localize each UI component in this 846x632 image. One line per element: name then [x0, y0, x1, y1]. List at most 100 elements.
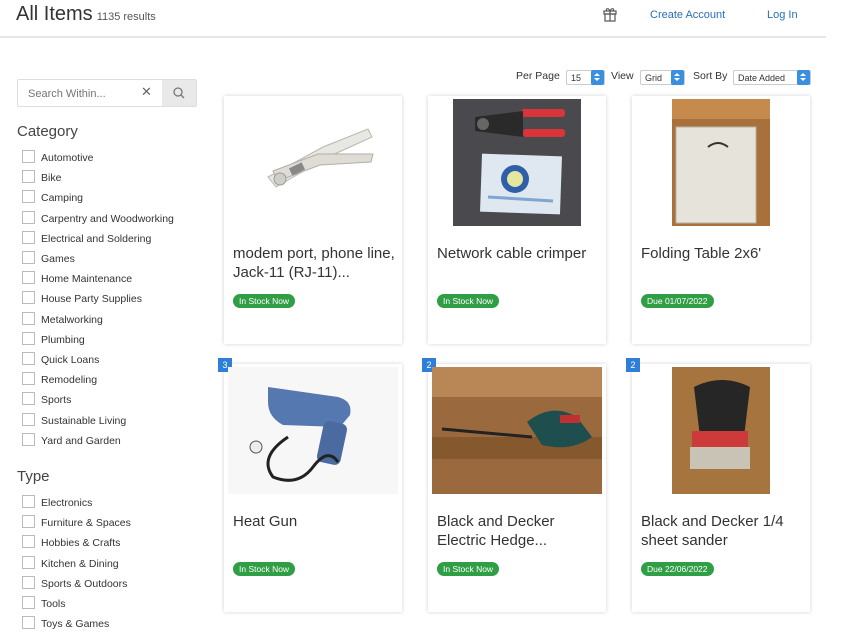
- filter-category-sustainable-living[interactable]: Sustainable Living: [22, 412, 127, 429]
- filter-category-automotive[interactable]: Automotive: [22, 150, 94, 166]
- item-title[interactable]: Black and Decker 1/4 sheet sander: [641, 512, 806, 550]
- heat-gun-image: [228, 367, 398, 494]
- item-title[interactable]: Heat Gun: [233, 512, 398, 531]
- status-badge: In Stock Now: [233, 294, 296, 308]
- filter-checkbox[interactable]: [22, 515, 35, 529]
- gift-icon[interactable]: [602, 6, 618, 22]
- filter-checkbox[interactable]: [22, 210, 35, 224]
- filter-category-electrical-and-soldering[interactable]: Electrical and Soldering: [22, 230, 151, 247]
- filter-category-bike[interactable]: Bike: [22, 170, 61, 186]
- filter-category-games[interactable]: Games: [22, 251, 75, 267]
- filter-checkbox[interactable]: [22, 311, 35, 325]
- item-title[interactable]: Folding Table 2x6': [641, 244, 806, 263]
- view-select[interactable]: Grid: [640, 70, 685, 85]
- filter-label: Carpentry and Woodworking: [41, 212, 174, 225]
- log-in-link[interactable]: Log In: [767, 9, 798, 21]
- filter-checkbox[interactable]: [22, 392, 35, 406]
- item-card[interactable]: Network cable crimper In Stock Now: [428, 96, 606, 344]
- filter-category-house-party-supplies[interactable]: House Party Supplies: [22, 291, 142, 307]
- filter-label: Plumbing: [41, 333, 85, 346]
- item-title[interactable]: modem port, phone line, Jack-11 (RJ-11).…: [233, 244, 398, 282]
- item-card[interactable]: modem port, phone line, Jack-11 (RJ-11).…: [224, 96, 402, 344]
- filter-checkbox[interactable]: [22, 495, 35, 508]
- filter-checkbox[interactable]: [22, 190, 35, 204]
- filter-label: Quick Loans: [41, 354, 100, 366]
- sort-by-select[interactable]: Date Added: [733, 70, 811, 85]
- folding-table-image: [672, 99, 770, 226]
- filter-category-camping[interactable]: Camping: [22, 190, 83, 206]
- filter-checkbox[interactable]: [22, 616, 35, 630]
- sort-by-value: Date Added: [738, 73, 786, 83]
- item-card[interactable]: Folding Table 2x6' Due 01/07/2022: [632, 96, 810, 344]
- type-heading: Type: [17, 468, 50, 485]
- filter-label: Bike: [41, 172, 62, 185]
- clear-icon[interactable]: ✕: [141, 85, 152, 100]
- filter-checkbox[interactable]: [22, 251, 35, 264]
- filter-checkbox[interactable]: [22, 412, 35, 426]
- search-box: ✕: [17, 79, 197, 108]
- item-card[interactable]: 3 Heat Gun In Stock Now: [218, 358, 402, 612]
- filter-label: Sports: [41, 394, 72, 407]
- filter-category-yard-and-garden[interactable]: Yard and Garden: [22, 432, 121, 449]
- filter-checkbox[interactable]: [22, 596, 35, 609]
- filter-checkbox[interactable]: [22, 170, 35, 184]
- filter-label: Automotive: [41, 152, 94, 164]
- item-title[interactable]: Black and Decker Electric Hedge...: [437, 512, 602, 550]
- filter-checkbox[interactable]: [22, 230, 35, 244]
- filter-label: Electronics: [41, 497, 93, 509]
- filter-type-kitchen-dining[interactable]: Kitchen & Dining: [22, 555, 119, 572]
- filter-type-hobbies-crafts[interactable]: Hobbies & Crafts: [22, 535, 120, 551]
- filter-label: Sustainable Living: [41, 414, 127, 427]
- filter-type-sports-outdoors[interactable]: Sports & Outdoors: [22, 575, 128, 592]
- search-icon: [173, 87, 185, 99]
- filter-type-furniture-spaces[interactable]: Furniture & Spaces: [22, 515, 131, 531]
- view-label: View: [611, 70, 634, 82]
- per-page-value: 15: [571, 73, 582, 83]
- item-card[interactable]: 2 Black and Decker 1/4 sheet sander Due …: [626, 358, 810, 612]
- filter-checkbox[interactable]: [22, 291, 35, 305]
- filter-label: Tools: [41, 598, 66, 610]
- filter-checkbox[interactable]: [22, 372, 35, 386]
- filter-checkbox[interactable]: [22, 150, 35, 163]
- red-handle-crimper-image: [453, 99, 581, 226]
- filter-category-metalworking[interactable]: Metalworking: [22, 311, 103, 328]
- filter-checkbox[interactable]: [22, 535, 35, 549]
- status-badge: In Stock Now: [233, 562, 296, 576]
- filter-label: Metalworking: [41, 313, 103, 326]
- filter-type-electronics[interactable]: Electronics: [22, 495, 92, 511]
- page-title: All Items 1135 results: [16, 3, 156, 26]
- filter-category-carpentry-and-woodworking[interactable]: Carpentry and Woodworking: [22, 210, 174, 227]
- crimper-tool-image: [228, 99, 398, 226]
- item-title[interactable]: Network cable crimper: [437, 244, 602, 263]
- filter-label: Games: [41, 253, 75, 265]
- filter-checkbox[interactable]: [22, 331, 35, 345]
- status-badge: Due 01/07/2022: [641, 294, 714, 308]
- filter-type-tools[interactable]: Tools: [22, 596, 66, 612]
- filter-label: Camping: [41, 192, 84, 205]
- filter-label: Sports & Outdoors: [41, 577, 128, 590]
- search-input[interactable]: [18, 80, 150, 108]
- status-badge: Due 22/06/2022: [641, 562, 714, 576]
- filter-checkbox[interactable]: [22, 432, 35, 446]
- filter-category-plumbing[interactable]: Plumbing: [22, 331, 85, 348]
- filter-type-toys-games[interactable]: Toys & Games: [22, 616, 109, 632]
- filter-category-sports[interactable]: Sports: [22, 392, 71, 408]
- search-button[interactable]: [162, 80, 196, 106]
- filter-category-quick-loans[interactable]: Quick Loans: [22, 352, 99, 368]
- filter-label: Remodeling: [41, 374, 98, 387]
- filter-category-home-maintenance[interactable]: Home Maintenance: [22, 271, 132, 287]
- per-page-select[interactable]: 15: [566, 70, 605, 85]
- filter-label: House Party Supplies: [41, 293, 142, 306]
- filter-category-remodeling[interactable]: Remodeling: [22, 372, 97, 388]
- filter-checkbox[interactable]: [22, 271, 35, 285]
- filter-checkbox[interactable]: [22, 575, 35, 589]
- filter-checkbox[interactable]: [22, 555, 35, 569]
- item-card[interactable]: 2 Black and Decker Electric Hedge... In …: [422, 358, 606, 612]
- status-badge: In Stock Now: [437, 562, 500, 576]
- create-account-link[interactable]: Create Account: [650, 9, 725, 21]
- result-count: 1135 results: [96, 11, 156, 23]
- filter-checkbox[interactable]: [22, 352, 35, 365]
- select-arrow-icon: [671, 70, 684, 85]
- top-header: All Items 1135 results Create Account Log…: [0, 0, 826, 38]
- filter-label: Kitchen & Dining: [41, 557, 119, 570]
